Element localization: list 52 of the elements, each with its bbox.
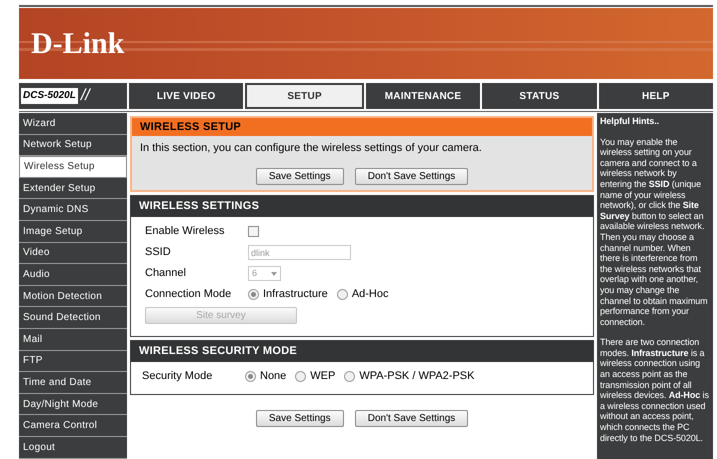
sidebar-item[interactable]: Image Setup [19, 220, 127, 243]
help-text: You may enable the wireless setting on your camera and connect to a wireless network by entering the SSID (unique name of your wireless network), or click the Site Survey button to select an available wireless network. Then you may choose a channel number. When there is interference from the wireless networks that overlap with one another, you may change the channel to obtain maximum performance from your connection. [600, 136, 709, 328]
enable-checkbox[interactable] [248, 226, 259, 237]
nav-tab[interactable]: SETUP [245, 83, 364, 109]
radio-button[interactable] [245, 371, 256, 382]
nav-tab[interactable]: HELP [598, 83, 714, 109]
radio-label: Infrastructure [263, 287, 328, 302]
sidebar-item[interactable]: FTP [19, 350, 127, 372]
nav-tab[interactable]: LIVE VIDEO [129, 83, 244, 109]
radio-label: None [260, 369, 286, 384]
radio-button[interactable] [248, 289, 259, 300]
field-label: Enable Wireless [145, 224, 226, 240]
radio-label: WEP [310, 369, 336, 384]
help-title: Helpful Hints.. [600, 116, 660, 127]
sidebar-item[interactable]: Audio [19, 264, 127, 286]
field-label: Channel [145, 266, 187, 282]
nav-tab[interactable]: MAINTENANCE [366, 83, 480, 109]
sidebar-item[interactable]: Mail [19, 328, 127, 351]
sidebar-item[interactable]: Extender Setup [19, 178, 127, 200]
logo: D-Link [31, 28, 124, 58]
dropdown-caret-icon [271, 272, 277, 276]
sidebar-item[interactable]: Network Setup [19, 134, 127, 156]
radio-label: Ad-Hoc [352, 287, 388, 302]
sidebar-item[interactable]: Wireless Setup [19, 156, 127, 178]
field-label: Security Mode [142, 369, 214, 384]
sidebar-item[interactable]: Motion Detection [19, 286, 127, 308]
radio-button[interactable] [344, 371, 356, 382]
model-label: DCS-5020L [21, 88, 78, 104]
sidebar-item[interactable]: Time and Date [19, 372, 127, 394]
help-text: There are two connection modes. Infrastructure is a wireless connection using an access point as the transmission point of all wireless devices. Ad-Hoc is a wireless connection used without an access point, which connects the PC directly to the DCS-5020L. [600, 337, 710, 444]
sidebar-item[interactable]: Sound Detection [19, 307, 127, 329]
sidebar-item[interactable]: Logout [19, 436, 127, 458]
field-label: SSID [145, 245, 172, 260]
sidebar-item[interactable]: Video [19, 242, 127, 264]
settings-button[interactable]: Save Settings [256, 410, 344, 426]
sidebar-item[interactable]: Day/Night Mode [19, 394, 127, 416]
sidebar-item[interactable]: Camera Control [19, 415, 127, 437]
field-label: Connection Mode [145, 287, 232, 302]
section-description: In this section, you can configure the wireless settings of your camera. [139, 141, 483, 156]
radio-label: WPA-PSK / WPA2-PSK [359, 369, 474, 384]
settings-button[interactable]: Don't Save Settings [354, 410, 468, 426]
section-title: WIRELESS SETTINGS [139, 198, 260, 214]
nav-tab[interactable]: STATUS [482, 83, 597, 109]
radio-button[interactable] [336, 289, 348, 300]
section-title: WIRELESS SETUP [140, 120, 242, 135]
sidebar-item[interactable]: Wizard [19, 113, 127, 135]
model-mark: // [80, 88, 90, 104]
radio-button[interactable] [295, 371, 306, 382]
sidebar-item[interactable]: Dynamic DNS [19, 199, 127, 221]
settings-button[interactable]: Save Settings [256, 168, 344, 184]
section-title: WIRELESS SECURITY MODE [139, 344, 298, 359]
settings-button[interactable]: Don't Save Settings [354, 168, 468, 184]
